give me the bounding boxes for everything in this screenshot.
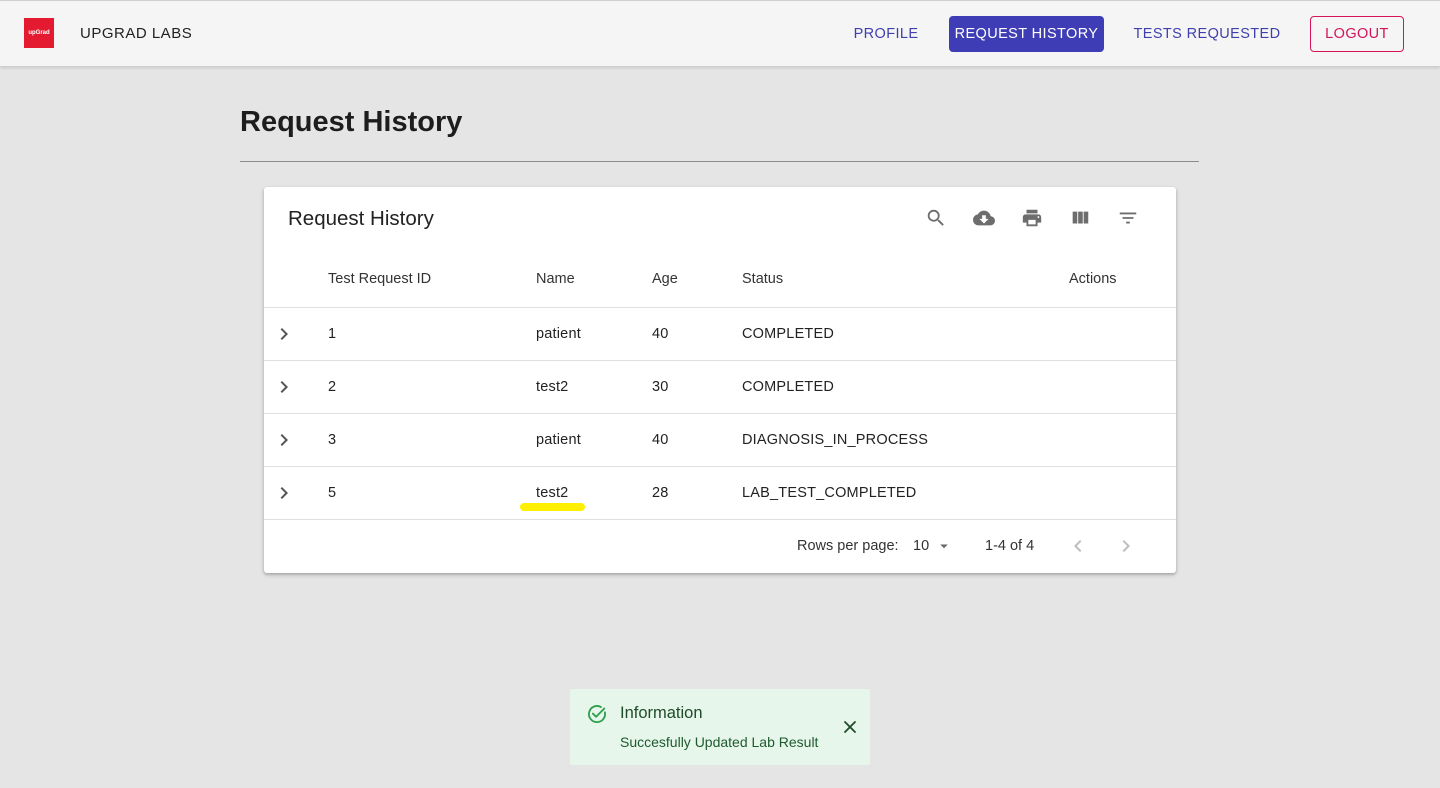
request-history-nav-button[interactable]: REQUEST HISTORY — [949, 16, 1104, 52]
chevron-right-icon[interactable] — [272, 322, 296, 346]
brand-title: UPGRAD LABS — [80, 25, 193, 42]
close-icon[interactable] — [842, 719, 858, 735]
table-row[interactable]: 1 patient 40 COMPLETED — [264, 307, 1176, 360]
profile-nav-button[interactable]: PROFILE — [846, 16, 926, 52]
chevron-right-icon[interactable] — [272, 375, 296, 399]
upgrad-logo[interactable]: upGrad — [24, 18, 54, 48]
pagination-range: 1-4 of 4 — [985, 538, 1035, 554]
row-id: 1 — [328, 326, 337, 342]
page-title: Request History — [240, 106, 463, 138]
row-name: patient — [536, 326, 581, 342]
row-age: 30 — [652, 379, 669, 395]
check-circle-icon — [588, 705, 606, 724]
row-status: LAB_TEST_COMPLETED — [742, 485, 917, 501]
print-icon[interactable] — [1020, 206, 1044, 230]
logout-button[interactable]: LOGOUT — [1310, 16, 1404, 52]
row-age: 40 — [652, 432, 669, 448]
rows-per-page-label: Rows per page: — [797, 538, 899, 554]
row-status: COMPLETED — [742, 326, 835, 342]
row-id: 2 — [328, 379, 337, 395]
app-bar: upGrad UPGRAD LABS PROFILE REQUEST HISTO… — [0, 0, 1440, 66]
table-title: Request History — [288, 207, 434, 230]
table-footer-divider — [264, 519, 1176, 520]
row-id: 5 — [328, 485, 337, 501]
chevron-left-icon — [1074, 540, 1082, 552]
row-status: COMPLETED — [742, 379, 835, 395]
dropdown-arrow-icon — [940, 544, 948, 549]
column-header-status[interactable]: Status — [742, 271, 783, 287]
columns-icon[interactable] — [1068, 206, 1092, 230]
next-page-button[interactable] — [1114, 534, 1138, 558]
row-status: DIAGNOSIS_IN_PROCESS — [742, 432, 929, 448]
column-header-age[interactable]: Age — [652, 271, 678, 287]
logo-text: upGrad — [28, 30, 50, 36]
table-row[interactable]: 2 test2 30 COMPLETED — [264, 360, 1176, 413]
toast-message: Succesfully Updated Lab Result — [620, 734, 819, 750]
row-name: test2 — [536, 379, 569, 395]
row-id: 3 — [328, 432, 337, 448]
row-name: test2 — [536, 485, 569, 501]
request-history-table: Request History Test Request ID Name Age… — [264, 187, 1176, 573]
row-age: 40 — [652, 326, 669, 342]
rows-per-page-value: 10 — [913, 538, 930, 554]
chevron-right-icon[interactable] — [272, 428, 296, 452]
row-name: patient — [536, 432, 581, 448]
previous-page-button[interactable] — [1066, 534, 1090, 558]
chevron-right-icon — [1122, 540, 1130, 552]
filter-icon[interactable] — [1116, 206, 1140, 230]
chevron-right-icon[interactable] — [272, 481, 296, 505]
rows-per-page-select[interactable]: 10 — [913, 537, 953, 555]
column-header-actions: Actions — [1069, 271, 1117, 287]
row-age: 28 — [652, 485, 669, 501]
highlight-mark — [520, 503, 585, 511]
column-header-test-request-id[interactable]: Test Request ID — [328, 271, 431, 287]
title-divider — [240, 161, 1199, 162]
table-row[interactable]: 3 patient 40 DIAGNOSIS_IN_PROCESS — [264, 413, 1176, 466]
download-icon[interactable] — [972, 206, 996, 230]
search-icon[interactable] — [924, 206, 948, 230]
table-row[interactable]: 5 test2 28 LAB_TEST_COMPLETED — [264, 466, 1176, 519]
success-toast: Information Succesfully Updated Lab Resu… — [570, 689, 870, 765]
toast-title: Information — [620, 704, 703, 722]
column-header-name[interactable]: Name — [536, 271, 575, 287]
tests-requested-nav-button[interactable]: TESTS REQUESTED — [1126, 16, 1288, 52]
